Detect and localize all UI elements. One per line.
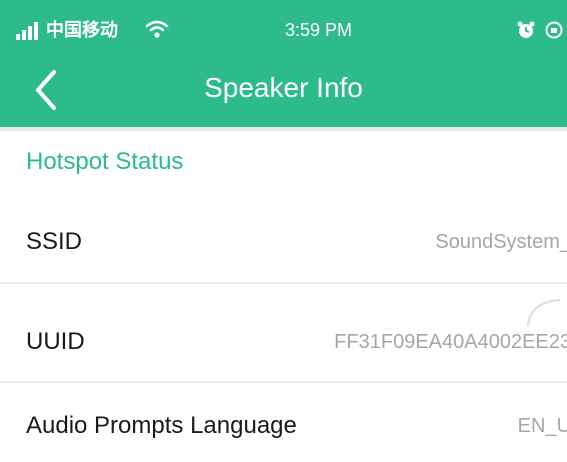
row-divider (0, 381, 567, 383)
row-divider (0, 282, 567, 284)
row-label-audio-prompts-language: Audio Prompts Language (26, 412, 297, 439)
row-ssid[interactable]: SSID SoundSystem_ (0, 206, 567, 278)
alarm-icon (517, 21, 535, 38)
status-time: 3:59 PM (285, 20, 353, 40)
row-value-uuid: FF31F09EA40A4002EE23 (334, 331, 567, 353)
row-label-uuid: UUID (26, 328, 85, 355)
rotation-lock-icon (545, 21, 563, 39)
row-value-audio-prompts-language: EN_U (517, 415, 567, 437)
header-divider (0, 127, 567, 131)
signal-bars-icon (16, 22, 38, 40)
carrier-name: 中国移动 (46, 20, 118, 40)
back-button[interactable] (26, 68, 66, 112)
row-uuid[interactable]: UUID FF31F09EA40A4002EE23 (0, 306, 567, 378)
row-audio-prompts-language[interactable]: Audio Prompts Language EN_U (0, 390, 567, 462)
row-label-ssid: SSID (26, 228, 83, 255)
section-title-hotspot-status: Hotspot Status (26, 148, 184, 175)
navigation-bar: Speaker Info (0, 54, 567, 127)
status-bar: 中国移动 3:59 PM (0, 10, 567, 54)
speaker-info-screen: 中国移动 3:59 PM Speaker Info Hotspot Status (0, 0, 567, 462)
chevron-left-icon (36, 70, 56, 110)
page-title: Speaker Info (204, 72, 363, 103)
row-value-ssid: SoundSystem_ (435, 231, 567, 253)
wifi-icon (145, 20, 169, 38)
